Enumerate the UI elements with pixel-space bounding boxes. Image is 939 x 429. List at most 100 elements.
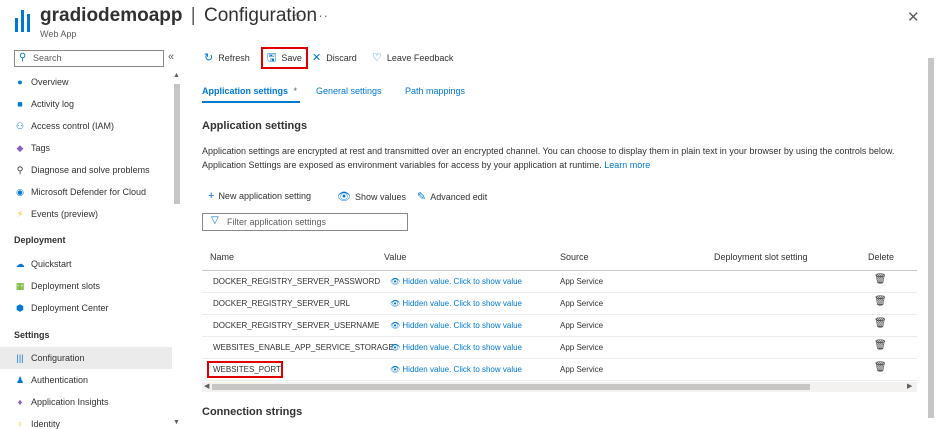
discard-icon: ✕	[312, 52, 322, 64]
leave-feedback-button[interactable]: ♡ Leave Feedback	[372, 47, 453, 69]
sidebar-scrollbar[interactable]: ▲ ▼	[172, 72, 182, 429]
discard-button[interactable]: ✕ Discard	[312, 47, 357, 69]
setting-value[interactable]: 👁 Hidden value. Click to show value	[390, 343, 522, 352]
refresh-label: Refresh	[218, 53, 250, 63]
table-scroll-thumb[interactable]	[212, 384, 810, 390]
new-application-setting-button[interactable]: + New application setting	[208, 190, 311, 202]
scroll-right-icon[interactable]: ▶	[907, 382, 912, 390]
save-button[interactable]: 🖫 Save	[261, 47, 308, 69]
eye-icon: 👁	[390, 365, 403, 374]
refresh-icon: ↻	[204, 52, 214, 64]
sidebar-scroll-thumb[interactable]	[174, 84, 180, 204]
sidebar-item-label: Authentication	[31, 375, 89, 385]
advanced-edit-label: Advanced edit	[430, 192, 488, 202]
table-row[interactable]: WEBSITES_PORT 👁 Hidden value. Click to sh…	[202, 359, 917, 381]
hidden-value-link[interactable]: Hidden value. Click to show value	[402, 365, 522, 374]
setting-value[interactable]: 👁 Hidden value. Click to show value	[390, 299, 522, 308]
tab-path-mappings[interactable]: Path mappings	[405, 86, 465, 96]
sidebar-item-authentication[interactable]: ♟ Authentication	[0, 369, 172, 391]
filter-settings-input[interactable]: ▽ Filter application settings	[202, 213, 408, 231]
sidebar-item-label: Diagnose and solve problems	[31, 165, 150, 175]
unsaved-marker: *	[293, 86, 298, 96]
eye-icon: 👁	[390, 299, 403, 308]
table-row[interactable]: DOCKER_REGISTRY_SERVER_PASSWORD 👁 Hidden …	[202, 271, 917, 293]
sidebar-item-activity-log[interactable]: ■ Activity log	[0, 93, 172, 115]
sidebar-item-diagnose-and-solve-problems[interactable]: ⚲ Diagnose and solve problems	[0, 159, 172, 181]
collapse-sidebar-icon[interactable]: «	[168, 51, 174, 63]
close-icon[interactable]: ✕	[907, 8, 920, 26]
learn-more-link[interactable]: Learn more	[604, 160, 650, 170]
setting-value[interactable]: 👁 Hidden value. Click to show value	[390, 277, 522, 286]
hidden-value-link[interactable]: Hidden value. Click to show value	[402, 299, 522, 308]
tab-application-settings[interactable]: Application settings *	[202, 86, 297, 96]
sidebar-item-configuration[interactable]: ||| Configuration	[0, 347, 172, 369]
feedback-label: Leave Feedback	[386, 53, 454, 63]
sidebar-item-application-insights[interactable]: ♦ Application Insights	[0, 391, 172, 413]
scroll-up-icon[interactable]: ▲	[173, 72, 180, 79]
sidebar-item-events-preview[interactable]: ⚡ Events (preview)	[0, 203, 172, 225]
refresh-button[interactable]: ↻ Refresh	[204, 47, 250, 69]
sidebar: ⚲ Search « ● Overview ■ Activity log ⚇ Access…	[0, 44, 184, 429]
sidebar-item-deployment-center[interactable]: ⬢ Deployment Center	[0, 297, 172, 319]
main-scrollbar[interactable]	[926, 44, 936, 429]
filter-icon: ▽	[211, 215, 219, 226]
column-header-name[interactable]: Name	[210, 252, 234, 262]
scroll-left-icon[interactable]: ◀	[204, 382, 209, 390]
new-setting-label: New application setting	[218, 191, 311, 201]
application-settings-heading: Application settings	[202, 120, 308, 132]
delete-icon[interactable]: 🗑	[874, 340, 887, 351]
people-icon: ⚇	[15, 121, 25, 131]
sidebar-item-label: Application Insights	[31, 397, 109, 407]
delete-icon[interactable]: 🗑	[874, 274, 887, 285]
setting-name[interactable]: DOCKER_REGISTRY_SERVER_USERNAME	[213, 321, 379, 330]
favorite-star-icon[interactable]: ☆	[291, 10, 302, 24]
column-header-value[interactable]: Value	[384, 252, 406, 262]
sidebar-item-quickstart[interactable]: ☁ Quickstart	[0, 253, 172, 275]
eye-icon: 👁	[390, 321, 403, 330]
table-row[interactable]: DOCKER_REGISTRY_SERVER_USERNAME 👁 Hidden …	[202, 315, 917, 337]
description: Application settings are encrypted at re…	[202, 144, 917, 172]
setting-name[interactable]: WEBSITES_ENABLE_APP_SERVICE_STORAGE	[213, 343, 394, 352]
table-horizontal-scrollbar[interactable]: ◀ ▶	[202, 382, 917, 392]
resource-type: Web App	[40, 29, 77, 39]
show-values-button[interactable]: 👁 Show values	[337, 190, 406, 203]
hidden-value-link[interactable]: Hidden value. Click to show value	[402, 321, 522, 330]
advanced-edit-button[interactable]: ✎ Advanced edit	[417, 190, 487, 203]
setting-source: App Service	[560, 365, 604, 374]
table-row[interactable]: WEBSITES_ENABLE_APP_SERVICE_STORAGE 👁 Hid…	[202, 337, 917, 359]
sidebar-item-label: Events (preview)	[31, 209, 99, 219]
setting-value[interactable]: 👁 Hidden value. Click to show value	[390, 365, 522, 374]
identity-icon: ♀	[16, 419, 24, 429]
table-row[interactable]: DOCKER_REGISTRY_SERVER_URL 👁 Hidden value…	[202, 293, 917, 315]
hidden-value-link[interactable]: Hidden value. Click to show value	[402, 277, 522, 286]
setting-name[interactable]: DOCKER_REGISTRY_SERVER_URL	[213, 299, 350, 308]
sidebar-item-microsoft-defender-for-cloud[interactable]: ◉ Microsoft Defender for Cloud	[0, 181, 172, 203]
sidebar-item-label: Overview	[31, 77, 69, 87]
setting-value[interactable]: 👁 Hidden value. Click to show value	[390, 321, 522, 330]
sidebar-item-tags[interactable]: ◆ Tags	[0, 137, 172, 159]
column-header-deployment-slot-setting[interactable]: Deployment slot setting	[714, 252, 808, 262]
delete-icon[interactable]: 🗑	[874, 362, 887, 373]
filter-placeholder: Filter application settings	[227, 217, 327, 227]
sidebar-item-deployment-slots[interactable]: ▦ Deployment slots	[0, 275, 172, 297]
sidebar-search-input[interactable]: ⚲ Search	[14, 50, 164, 67]
more-options-icon[interactable]: ···	[313, 8, 329, 23]
search-icon: ⚲	[19, 52, 27, 63]
hidden-value-link[interactable]: Hidden value. Click to show value	[402, 343, 522, 352]
sidebar-item-label: Access control (IAM)	[31, 121, 115, 131]
sidebar-item-label: Quickstart	[31, 259, 72, 269]
delete-icon[interactable]: 🗑	[874, 318, 887, 329]
sidebar-item-access-control-iam[interactable]: ⚇ Access control (IAM)	[0, 115, 172, 137]
delete-icon[interactable]: 🗑	[874, 296, 887, 307]
main-scroll-thumb[interactable]	[928, 58, 934, 418]
activity-log-icon: ■	[17, 99, 23, 109]
scroll-down-icon[interactable]: ▼	[173, 419, 180, 426]
section-deployment: Deployment	[14, 235, 66, 245]
sidebar-item-label: Deployment slots	[31, 281, 101, 291]
sidebar-item-identity[interactable]: ♀ Identity	[0, 413, 172, 429]
sidebar-item-overview[interactable]: ● Overview	[0, 71, 172, 93]
column-header-source[interactable]: Source	[560, 252, 589, 262]
tab-general-settings[interactable]: General settings	[316, 86, 382, 96]
setting-name[interactable]: DOCKER_REGISTRY_SERVER_PASSWORD	[213, 277, 380, 286]
globe-icon: ●	[17, 77, 23, 87]
